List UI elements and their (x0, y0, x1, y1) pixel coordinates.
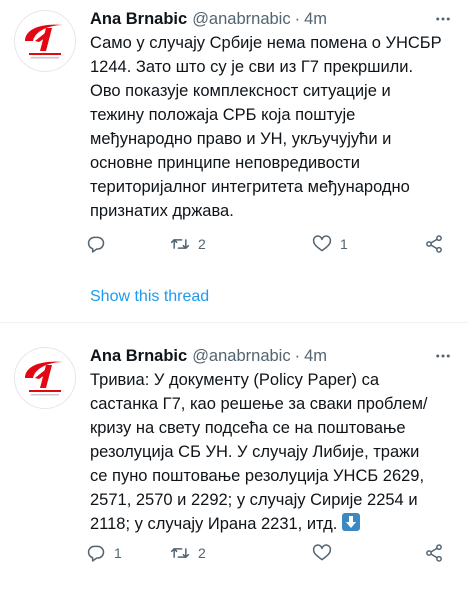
author-name[interactable]: Ana Brnabic (90, 347, 187, 366)
tweet-actions: 2 1 (86, 232, 456, 256)
avatar[interactable] (14, 347, 76, 409)
separator-dot: · (294, 346, 301, 365)
retweet-count: 2 (198, 236, 206, 252)
retweet-count: 2 (198, 545, 206, 561)
share-button[interactable] (424, 541, 444, 565)
retweet-icon (170, 239, 190, 249)
like-button[interactable] (312, 541, 340, 565)
more-icon[interactable] (432, 8, 454, 30)
heart-icon (312, 235, 332, 252)
reply-button[interactable] (86, 232, 114, 256)
reply-icon (87, 545, 105, 562)
author-name[interactable]: Ana Brnabic (90, 10, 187, 29)
reply-button[interactable]: 1 (86, 541, 122, 565)
retweet-button[interactable]: 2 (170, 541, 206, 565)
tweet-header: Ana Brnabic @anabrnabic · 4m (90, 8, 458, 30)
share-button[interactable] (424, 232, 444, 256)
heart-icon (312, 544, 332, 561)
separator-dot: · (294, 9, 301, 28)
logo-icon (15, 11, 75, 71)
tweet[interactable]: Ana Brnabic @anabrnabic · 4m Тривиа: У д… (0, 322, 468, 589)
retweet-button[interactable]: 2 (170, 232, 206, 256)
down-arrow-emoji-icon (342, 513, 361, 531)
tweet-time[interactable]: 4m (304, 347, 327, 366)
tweet-text: Тривиа: У документу (Policy Paper) са са… (90, 371, 428, 533)
reply-icon (87, 236, 105, 253)
like-count: 1 (340, 236, 348, 252)
tweet-text: Само у случају Србије нема помена о УНСБ… (90, 34, 442, 220)
tweet-time[interactable]: 4m (304, 10, 327, 29)
share-icon (426, 235, 442, 253)
tweet-text-container: Тривиа: У документу (Policy Paper) са са… (90, 368, 460, 536)
avatar[interactable] (14, 10, 76, 72)
author-handle[interactable]: @anabrnabic (192, 347, 290, 366)
logo-icon (15, 348, 75, 408)
reply-count: 1 (114, 545, 122, 561)
more-icon[interactable] (432, 345, 454, 367)
tweet-actions: 1 2 (86, 541, 456, 565)
retweet-icon (170, 548, 190, 558)
tweet[interactable]: Ana Brnabic @anabrnabic · 4m Само у случ… (0, 0, 468, 322)
like-button[interactable]: 1 (312, 232, 348, 256)
tweet-header: Ana Brnabic @anabrnabic · 4m (90, 345, 458, 367)
share-icon (426, 544, 442, 562)
author-handle[interactable]: @anabrnabic (192, 10, 290, 29)
show-thread-link[interactable]: Show this thread (90, 288, 209, 306)
